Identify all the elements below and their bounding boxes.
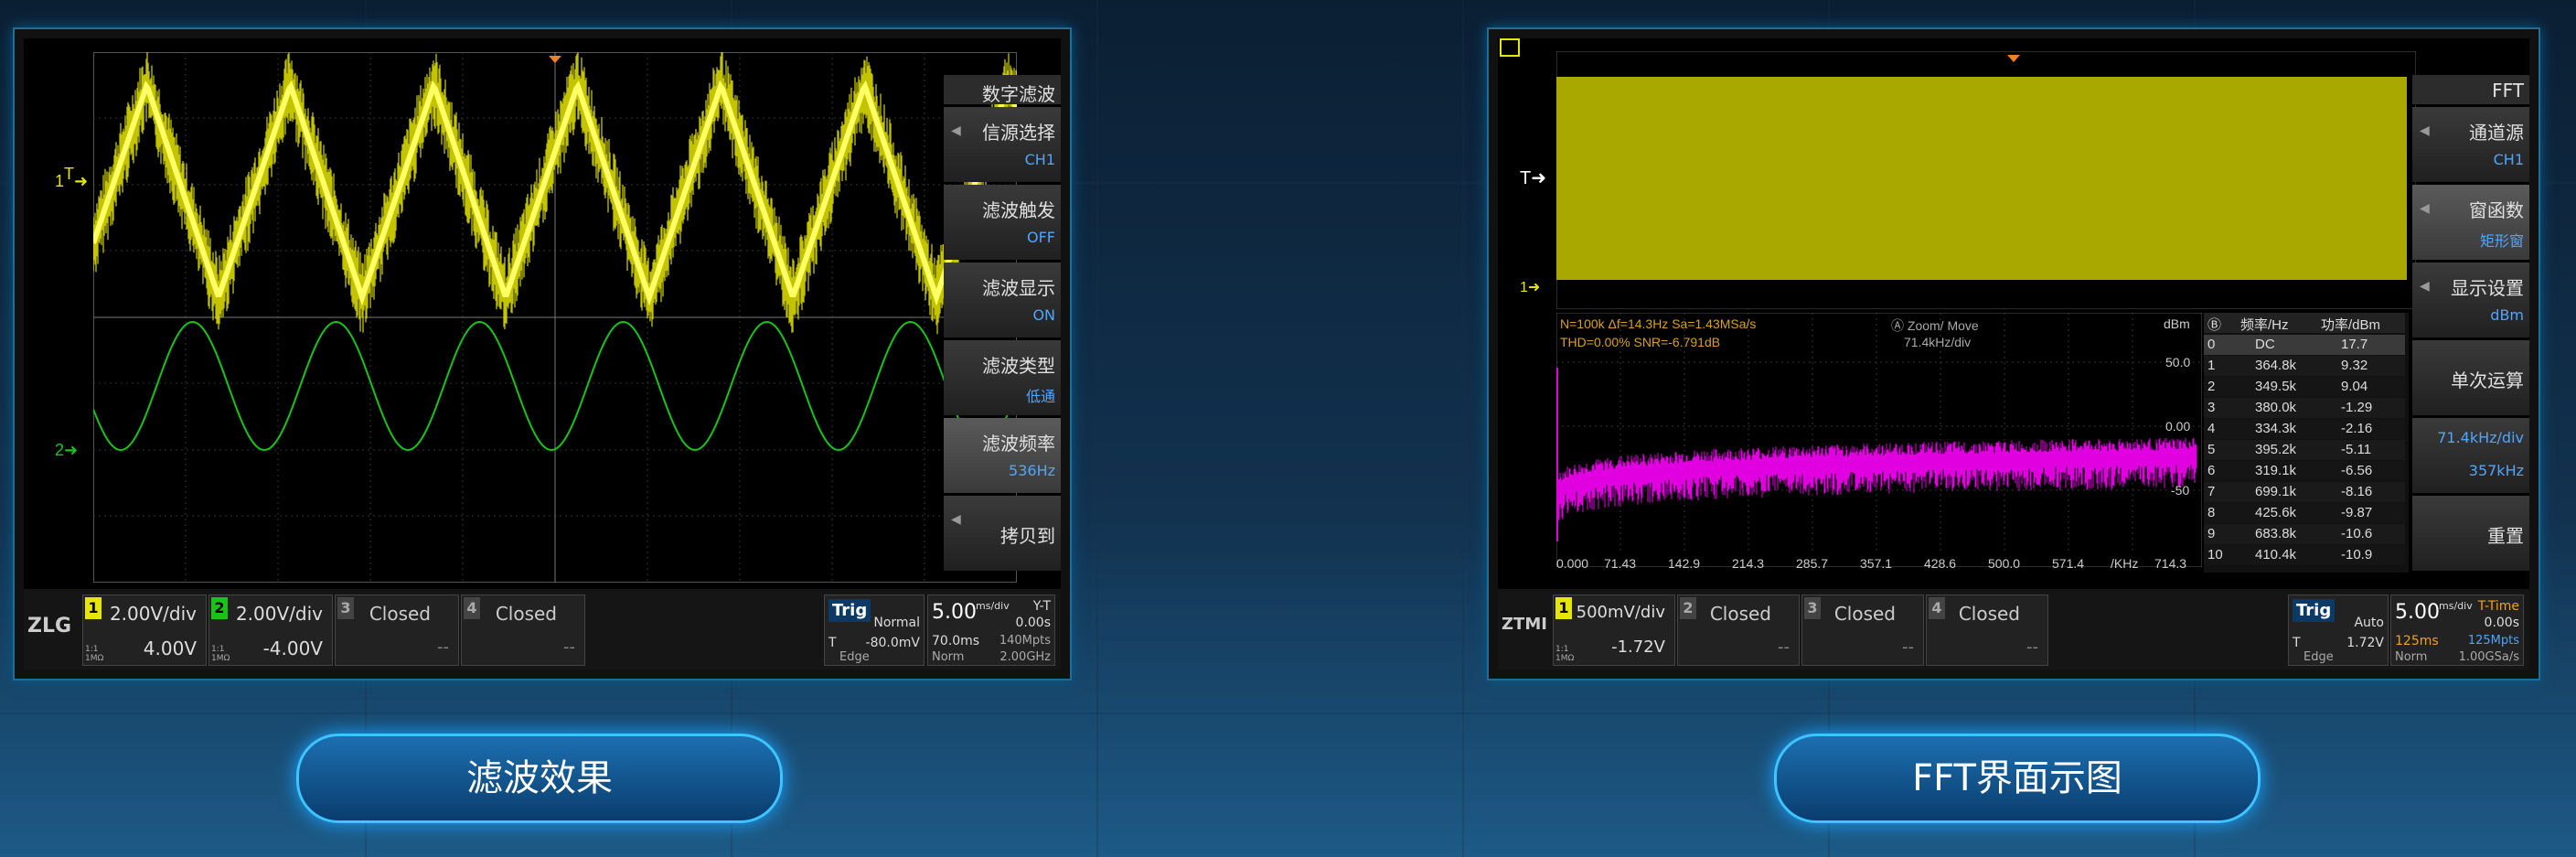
fft-ytick-0: 0.00 — [2165, 419, 2191, 434]
ch1-status[interactable]: 1 2.00V/div 4.00V 1:1 1MΩ — [82, 595, 207, 666]
menu-filter-type[interactable]: 滤波类型 低通 — [944, 340, 1061, 415]
fft-zoom-toggle[interactable]: Ⓐ Zoom/ Move — [1891, 316, 1979, 335]
fft-xaxis-ticks: 0.000 71.43 142.9 214.3 285.7 357.1 428.… — [1556, 556, 2187, 571]
menu-display-settings[interactable]: ◀ 显示设置 dBm — [2412, 262, 2529, 337]
brand-logo: ZLG — [27, 615, 72, 637]
table-row: 9 683.8k -10.6 — [2204, 524, 2405, 544]
left-scope-screen: 1T➜ 2➜ 数字滤波 ◀ 信源选择 CH1 滤波触发 OFF 滤波显示 ON 滤波类型… — [24, 38, 1061, 670]
trigger-status[interactable]: Trig Auto T 1.72V Edge — [2288, 595, 2389, 666]
right-scope-screen: T➜ 1➜ N=100k Δf=14.3Hz Sa=1.43MSa/s THD=… — [1498, 38, 2529, 670]
table-row: 6 319.1k -6.56 — [2204, 461, 2405, 481]
menu-channel-source[interactable]: ◀ 通道源 CH1 — [2412, 107, 2529, 182]
trigger-level-marker: T➜ — [1520, 168, 1546, 188]
timebase-status[interactable]: 5.00 ms/div Y-T 0.00s 70.0ms 140Mpts Nor… — [927, 595, 1055, 666]
table-row: 2 349.5k 9.04 — [2204, 377, 2405, 397]
menu-filter-frequency[interactable]: 滤波频率 536Hz — [944, 418, 1061, 493]
menu-source-select[interactable]: ◀ 信源选择 CH1 — [944, 107, 1061, 182]
left-status-bar: ZLG 1 2.00V/div 4.00V 1:1 1MΩ 2 2.00V/di… — [24, 589, 1061, 670]
fft-info-line1: N=100k Δf=14.3Hz Sa=1.43MSa/s — [1560, 316, 1757, 331]
table-row: 8 425.6k -9.87 — [2204, 503, 2405, 523]
table-row: 0 DC 17.7 — [2204, 335, 2405, 355]
table-row: 4 334.3k -2.16 — [2204, 419, 2405, 439]
brand-logo: ZTMI — [1502, 615, 1547, 634]
menu-reset[interactable]: 重置 — [2412, 496, 2529, 571]
ch2-status[interactable]: 2 Closed -- — [1677, 595, 1800, 666]
ch3-status[interactable]: 3 Closed -- — [1801, 595, 1924, 666]
filter-menu: 数字滤波 ◀ 信源选择 CH1 滤波触发 OFF 滤波显示 ON 滤波类型 低通 滤波频率… — [944, 75, 1061, 573]
ch4-status[interactable]: 4 Closed -- — [1926, 595, 2048, 666]
menu-window-function[interactable]: ◀ 窗函数 矩形窗 — [2412, 185, 2529, 260]
menu-title: 数字滤波 — [944, 75, 1061, 105]
menu-copy-to[interactable]: ◀ 拷贝到 — [944, 496, 1061, 571]
table-row: 7 699.1k -8.16 — [2204, 482, 2405, 502]
menu-title: FFT — [2412, 75, 2529, 104]
ch2-level-marker: 2➜ — [55, 441, 79, 459]
table-row: 1 364.8k 9.32 — [2204, 356, 2405, 376]
left-waveform-plot — [93, 52, 1017, 583]
fft-peak-table: Ⓑ 频率/Hz 功率/dBm 0 DC 17.7 1 364.8k 9.32 2 349.5k… — [2204, 313, 2409, 573]
ch1-level-marker: 1➜ — [1520, 280, 1541, 295]
fft-ytick-50: 50.0 — [2165, 355, 2191, 370]
fft-menu: FFT ◀ 通道源 CH1 ◀ 窗函数 矩形窗 ◀ 显示设置 dBm 单次运算 71.4kH… — [2412, 75, 2529, 573]
fft-screen-button[interactable]: FFT界面示图 — [1774, 734, 2261, 823]
filter-effect-button[interactable]: 滤波效果 — [296, 734, 783, 823]
ch2-status[interactable]: 2 2.00V/div -4.00V 1:1 1MΩ — [208, 595, 333, 666]
timebase-status[interactable]: 5.00 ms/div T-Time 0.00s 125ms 125Mpts N… — [2390, 595, 2524, 666]
ch4-status[interactable]: 4 Closed -- — [461, 595, 585, 666]
left-scope-panel: 1T➜ 2➜ 数字滤波 ◀ 信源选择 CH1 滤波触发 OFF 滤波显示 ON 滤波类型… — [13, 27, 1072, 680]
right-scope-panel: T➜ 1➜ N=100k Δf=14.3Hz Sa=1.43MSa/s THD=… — [1487, 27, 2540, 680]
ch3-status[interactable]: 3 Closed -- — [335, 595, 459, 666]
menu-filter-display[interactable]: 滤波显示 ON — [944, 262, 1061, 337]
table-row: 5 395.2k -5.11 — [2204, 440, 2405, 460]
fft-ytick-m50: -50 — [2171, 483, 2190, 498]
table-row: 3 380.0k -1.29 — [2204, 398, 2405, 418]
fft-zoom-scale: 71.4kHz/div — [1904, 335, 1972, 349]
table-row: 10 410.4k -10.9 — [2204, 545, 2405, 565]
fft-spectrum-plot — [1556, 313, 2202, 567]
screenshot-icon — [1500, 38, 1520, 57]
menu-single-run[interactable]: 单次运算 — [2412, 340, 2529, 415]
right-status-bar: ZTMI 1 500mV/div -1.72V 1:1 1MΩ 2 Closed… — [1498, 589, 2529, 670]
trigger-status[interactable]: Trig Normal T -80.0mV Edge — [824, 595, 925, 666]
fft-unit-label: dBm — [2164, 316, 2190, 331]
fft-info-line2: THD=0.00% SNR=-6.791dB — [1560, 335, 1721, 349]
ch1-level-marker: 1T➜ — [55, 165, 89, 190]
table-header: Ⓑ 频率/Hz 功率/dBm — [2204, 313, 2405, 333]
ch1-status[interactable]: 1 500mV/div -1.72V 1:1 1MΩ — [1553, 595, 1675, 666]
menu-frequency-scale[interactable]: 71.4kHz/div 357kHz — [2412, 418, 2529, 493]
menu-filter-trigger[interactable]: 滤波触发 OFF — [944, 185, 1061, 260]
right-time-plot — [1556, 51, 2416, 309]
